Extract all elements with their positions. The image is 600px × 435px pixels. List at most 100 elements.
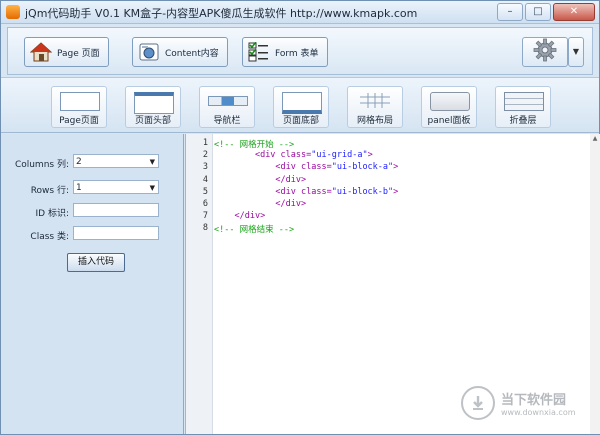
scroll-up-icon[interactable]: ▲ — [590, 134, 600, 144]
form-button-label: Form 表单 — [275, 48, 319, 59]
line-number: 7 — [202, 211, 208, 222]
widget-page[interactable]: Page页面 — [51, 86, 107, 128]
watermark-cn: 当下软件园 — [501, 393, 567, 408]
page-preview-icon — [60, 92, 100, 111]
form-button[interactable]: Form 表单 — [242, 37, 328, 67]
vertical-scrollbar[interactable]: ▲ — [590, 134, 600, 434]
gear-icon — [533, 38, 557, 66]
code-line: </div> — [214, 175, 306, 185]
page-button-label: Page 页面 — [57, 48, 100, 59]
content-button-label: Content内容 — [165, 48, 219, 59]
code-token: > — [367, 150, 373, 161]
code-token: <div — [254, 150, 281, 161]
watermark-en: www.downxia.com — [501, 408, 576, 417]
id-input[interactable] — [73, 203, 159, 217]
columns-label: Columns 列: — [14, 160, 69, 170]
insert-code-button[interactable]: 插入代码 — [67, 253, 125, 272]
widget-label: 页面底部 — [282, 116, 319, 126]
download-icon — [461, 386, 495, 420]
widget-grid[interactable]: 网格布局 — [347, 86, 403, 128]
widget-label: 折叠层 — [509, 116, 537, 126]
window-controls: – □ ✕ — [497, 3, 595, 21]
close-button[interactable]: ✕ — [553, 3, 595, 21]
line-number: 8 — [202, 223, 208, 234]
house-icon — [29, 41, 53, 63]
id-label: ID 标识: — [35, 209, 69, 219]
widget-collapsible[interactable]: 折叠层 — [495, 86, 551, 128]
maximize-button[interactable]: □ — [525, 3, 551, 21]
class-input[interactable] — [73, 226, 159, 240]
widget-label: 网格布局 — [356, 116, 393, 126]
navbar-preview-icon — [208, 96, 248, 106]
main-toolbar: Page 页面 Content内容 Form 表单 ▼ — [7, 27, 593, 75]
rows-label: Rows 行: — [30, 186, 69, 196]
code-token: "ui-block-a" — [331, 162, 394, 173]
code-line: <!-- 网格结束 --> — [214, 223, 294, 235]
page-button[interactable]: Page 页面 — [24, 37, 109, 67]
code-line: <div class="ui-grid-a"> — [214, 150, 373, 160]
widget-bar: Page页面 页面头部 导航栏 页面底部 网格布局 panel面板 折叠层 — [1, 77, 599, 133]
line-number: 5 — [202, 186, 208, 197]
checklist-icon — [247, 41, 271, 63]
code-token: </div> — [275, 199, 307, 209]
code-token: "ui-grid-a" — [311, 150, 368, 161]
title-bar: jQm代码助手 V0.1 KM盒子-内容型APK傻瓜生成软件 http://ww… — [1, 1, 599, 24]
code-token: <div — [275, 162, 302, 173]
line-number: 6 — [202, 199, 208, 209]
watermark: 当下软件园 www.downxia.com — [461, 386, 576, 420]
code-line: </div> — [214, 199, 306, 209]
app-window: jQm代码助手 V0.1 KM盒子-内容型APK傻瓜生成软件 http://ww… — [0, 0, 600, 435]
widget-footer[interactable]: 页面底部 — [273, 86, 329, 128]
content-button[interactable]: Content内容 — [132, 37, 228, 67]
widget-panel[interactable]: panel面板 — [421, 86, 477, 128]
widget-label: 导航栏 — [213, 116, 241, 126]
line-number: 3 — [202, 162, 208, 173]
line-number: 2 — [202, 150, 208, 161]
rows-select[interactable]: 1 — [73, 180, 159, 195]
footer-preview-icon — [282, 92, 322, 114]
grid-preview-icon — [356, 92, 394, 109]
window-title: jQm代码助手 V0.1 KM盒子-内容型APK傻瓜生成软件 http://ww… — [25, 7, 418, 20]
columns-select[interactable]: 2 — [73, 154, 159, 169]
rows-row: Rows 行: 1 — [1, 180, 183, 196]
code-token: "ui-block-b" — [331, 186, 394, 197]
columns-row: Columns 列: 2 — [1, 154, 183, 170]
code-token: </div> — [275, 174, 307, 185]
line-number: 1 — [202, 138, 208, 148]
code-token: </div> — [234, 211, 266, 222]
widget-header[interactable]: 页面头部 — [125, 86, 181, 128]
code-line: <div class="ui-block-b"> — [214, 187, 398, 197]
settings-button[interactable] — [522, 37, 568, 67]
class-label: Class 类: — [30, 232, 69, 242]
header-preview-icon — [134, 92, 174, 114]
app-icon — [6, 5, 20, 19]
code-token: <div — [275, 186, 302, 197]
widget-label: panel面板 — [427, 116, 471, 126]
line-number: 4 — [202, 174, 208, 185]
widget-label: Page页面 — [59, 116, 99, 126]
minimize-button[interactable]: – — [497, 3, 523, 21]
widget-label: 页面头部 — [134, 116, 171, 126]
class-row: Class 类: — [1, 226, 183, 242]
code-line: </div> — [214, 211, 265, 221]
widget-navbar[interactable]: 导航栏 — [199, 86, 255, 128]
settings-dropdown[interactable]: ▼ — [568, 37, 584, 67]
code-token: <!-- 网格结束 --> — [214, 225, 295, 236]
code-token: class= — [301, 162, 332, 173]
code-line: <!-- 网格开始 --> — [214, 138, 294, 150]
code-token: > — [393, 162, 399, 173]
content-icon — [137, 41, 161, 63]
code-token: > — [393, 186, 399, 197]
properties-panel: Columns 列: 2 Rows 行: 1 ID 标识: Class 类: 插… — [1, 134, 184, 434]
code-line: <div class="ui-block-a"> — [214, 162, 398, 172]
code-token: class= — [280, 150, 312, 161]
id-row: ID 标识: — [1, 203, 183, 219]
collapsible-preview-icon — [504, 92, 544, 111]
code-token: class= — [301, 186, 332, 197]
